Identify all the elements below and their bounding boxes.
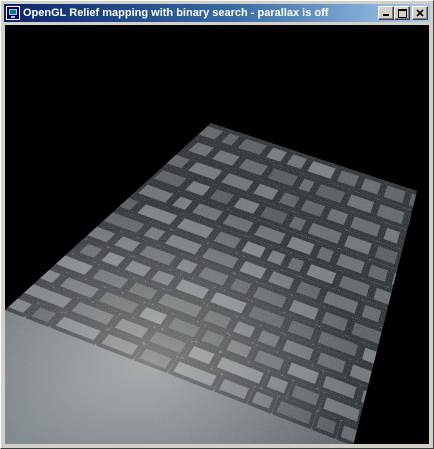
close-button[interactable]: [412, 6, 428, 20]
caption-buttons: [378, 6, 428, 20]
minimize-icon: [383, 14, 389, 16]
title-bar[interactable]: OpenGL Relief mapping with binary search…: [4, 4, 430, 22]
app-window: OpenGL Relief mapping with binary search…: [0, 0, 434, 449]
window-title: OpenGL Relief mapping with binary search…: [23, 7, 329, 19]
opengl-viewport[interactable]: [5, 25, 429, 444]
app-icon[interactable]: [6, 6, 20, 20]
relief-render: [5, 25, 429, 444]
maximize-button[interactable]: [394, 6, 410, 20]
minimize-button[interactable]: [378, 6, 394, 20]
close-icon: [416, 9, 424, 17]
maximize-icon: [397, 8, 407, 18]
